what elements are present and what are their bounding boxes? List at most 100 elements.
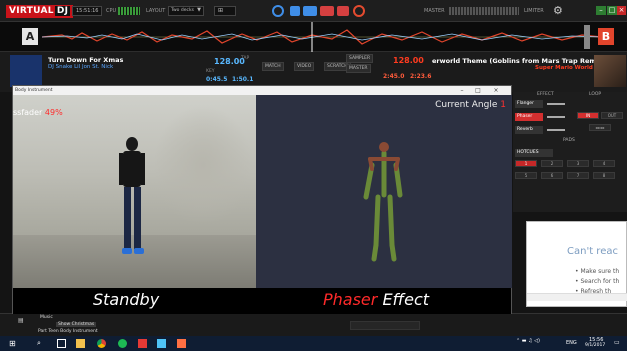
deck-b-artist: Super Mario World <box>535 65 593 71</box>
deck-a-letter: A <box>22 28 38 45</box>
view-select[interactable]: ⊞ <box>214 6 236 16</box>
camera-feed: ssfader 49% <box>13 95 256 288</box>
layout-label: LAYOUT <box>146 8 166 14</box>
windows-start-icon[interactable]: ⊞ <box>9 339 18 348</box>
clock-date[interactable]: 9/1/2017 <box>585 343 605 348</box>
sampler-button[interactable]: SAMPLER <box>346 54 374 63</box>
maximize-icon[interactable]: □ <box>607 6 617 15</box>
search-icon[interactable]: ⌕ <box>37 339 46 348</box>
deck-a-title: Turn Down For Xmas <box>48 56 124 64</box>
hotcue-4[interactable]: 4 <box>593 160 615 167</box>
deck-a-key: KEY <box>206 69 215 74</box>
folder-body-instrument[interactable]: Part Teen Body Instrument <box>38 329 98 334</box>
app-orange-icon[interactable] <box>177 339 186 348</box>
mixer-center-button[interactable] <box>320 6 334 16</box>
folder-show-christmas[interactable]: Show Christmas <box>56 322 97 327</box>
sync-b-icon[interactable] <box>353 5 365 17</box>
deck-b-cover <box>594 55 626 87</box>
hotcues-select[interactable]: HOTCUES <box>515 149 553 157</box>
waveform-area[interactable]: A B <box>0 22 627 52</box>
app-red-icon[interactable] <box>138 339 147 348</box>
clock-text: 15:51:16 <box>76 8 99 14</box>
layout-value: Two decks <box>171 8 194 13</box>
master-label: MASTER <box>424 8 445 14</box>
hotcue-5[interactable]: 5 <box>515 172 537 179</box>
minimize-icon[interactable]: – <box>596 6 606 15</box>
master-button[interactable]: MASTER <box>346 64 371 73</box>
video-button[interactable]: VIDEO <box>294 62 315 71</box>
loop-nav-buttons[interactable]: ◂◂ ▸▸ <box>589 124 611 131</box>
fx-slider-2[interactable] <box>547 116 565 118</box>
sync-a-icon[interactable] <box>272 5 284 17</box>
loop-in-button[interactable]: IN <box>577 112 599 119</box>
mixer-fx-button[interactable] <box>337 6 349 16</box>
crossfader-label: ssfader <box>13 108 43 117</box>
fx-slider-1[interactable] <box>547 103 565 105</box>
tracking-window-title: Body Instrument <box>13 86 511 95</box>
gear-icon[interactable]: ⚙ <box>553 4 563 17</box>
tray-icons[interactable]: ⌃ ▬ ♫ ◁) <box>516 338 540 344</box>
angle-value: 1 <box>500 100 506 110</box>
library-strip: ▤ Music Show Christmas Part Teen Body In… <box>0 313 627 336</box>
crossfader-readout: ssfader 49% <box>13 108 63 117</box>
deck-a-artist: DJ Snake Lil Jon St. Nick <box>48 64 114 70</box>
suggestion-item: • Search for th <box>575 278 620 285</box>
folder-music[interactable]: Music <box>40 315 53 320</box>
folder-icon: ▤ <box>18 317 24 324</box>
hotcue-3[interactable]: 3 <box>567 160 589 167</box>
fx-flanger-select[interactable]: Flanger <box>515 100 543 108</box>
deck-b-bpm: 128.00 <box>393 56 424 65</box>
virtualdj-logo: VIRTUAL DJ <box>6 5 74 18</box>
loop-header: LOOP <box>589 92 602 97</box>
pads-label: PADS <box>563 138 575 143</box>
caption-bar: Standby Phaser Effect <box>13 288 511 314</box>
grid-icon: ⊞ <box>218 7 224 14</box>
hotcue-7[interactable]: 7 <box>567 172 589 179</box>
limiter-label: LIMITER <box>524 8 544 14</box>
cpu-meter <box>118 7 140 15</box>
hotcue-2[interactable]: 2 <box>541 160 563 167</box>
match-button[interactable]: MATCH <box>262 62 284 71</box>
deck-a-cover <box>10 55 42 87</box>
caption-standby: Standby <box>93 290 160 309</box>
app-monitor-icon[interactable] <box>157 339 166 348</box>
chevron-down-icon: ▼ <box>197 7 201 13</box>
fx-phaser-select[interactable]: Phaser <box>515 113 543 121</box>
windows-taskbar: ⊞ ⌕ ⌃ ▬ ♫ ◁) ENG 15:56 9/1/2017 ▭ <box>0 336 627 351</box>
window-close-icon[interactable]: × <box>489 86 503 95</box>
waveform-graphic <box>42 22 602 52</box>
skeleton-view: Current Angle 1 <box>256 95 512 288</box>
loop-out-button[interactable]: OUT <box>601 112 623 119</box>
body-tracking-window: Body Instrument – □ × ssfader 49% Curren… <box>12 85 512 314</box>
mixer-fader-button[interactable] <box>303 6 317 16</box>
notification-icon[interactable]: ▭ <box>614 339 620 346</box>
chrome-icon[interactable] <box>97 339 106 348</box>
task-view-icon[interactable] <box>57 339 66 348</box>
deck-b-scroll[interactable] <box>584 25 590 49</box>
crossfader-value: 49% <box>44 108 63 117</box>
deck-b-elapsed: 2:45.0 <box>383 73 405 80</box>
fx-slider-3[interactable] <box>547 129 565 131</box>
hotcue-6[interactable]: 6 <box>541 172 563 179</box>
angle-label: Current Angle <box>435 100 498 110</box>
hotcue-1[interactable]: 1 <box>515 160 537 167</box>
deck-a-elapsed: 0:45.5 <box>206 76 228 83</box>
mixer-view-button[interactable] <box>290 6 300 16</box>
cpu-label: CPU <box>106 8 117 14</box>
browser-error-popup: Can't reac • Make sure th • Search for t… <box>526 221 627 307</box>
layout-select[interactable]: Two decks ▼ <box>168 6 204 16</box>
window-maximize-icon[interactable]: □ <box>471 86 485 95</box>
horizontal-scrollbar[interactable] <box>527 293 627 301</box>
hotcue-8[interactable]: 8 <box>593 172 615 179</box>
library-toolbar[interactable] <box>350 321 420 330</box>
app-green-icon[interactable] <box>118 339 127 348</box>
deck-b-title: erworld Theme (Goblins from Mars Trap Re… <box>432 57 595 65</box>
close-icon[interactable]: × <box>617 6 626 15</box>
deck-a-bpm: 128.00 <box>214 57 245 66</box>
fx-reverb-select[interactable]: Reverb <box>515 126 543 134</box>
file-explorer-icon[interactable] <box>76 339 85 348</box>
window-minimize-icon[interactable]: – <box>455 86 469 95</box>
deck-b-remain: 2:23.6 <box>410 73 432 80</box>
deck-b-letter: B <box>598 28 614 45</box>
language-indicator[interactable]: ENG <box>566 340 577 346</box>
